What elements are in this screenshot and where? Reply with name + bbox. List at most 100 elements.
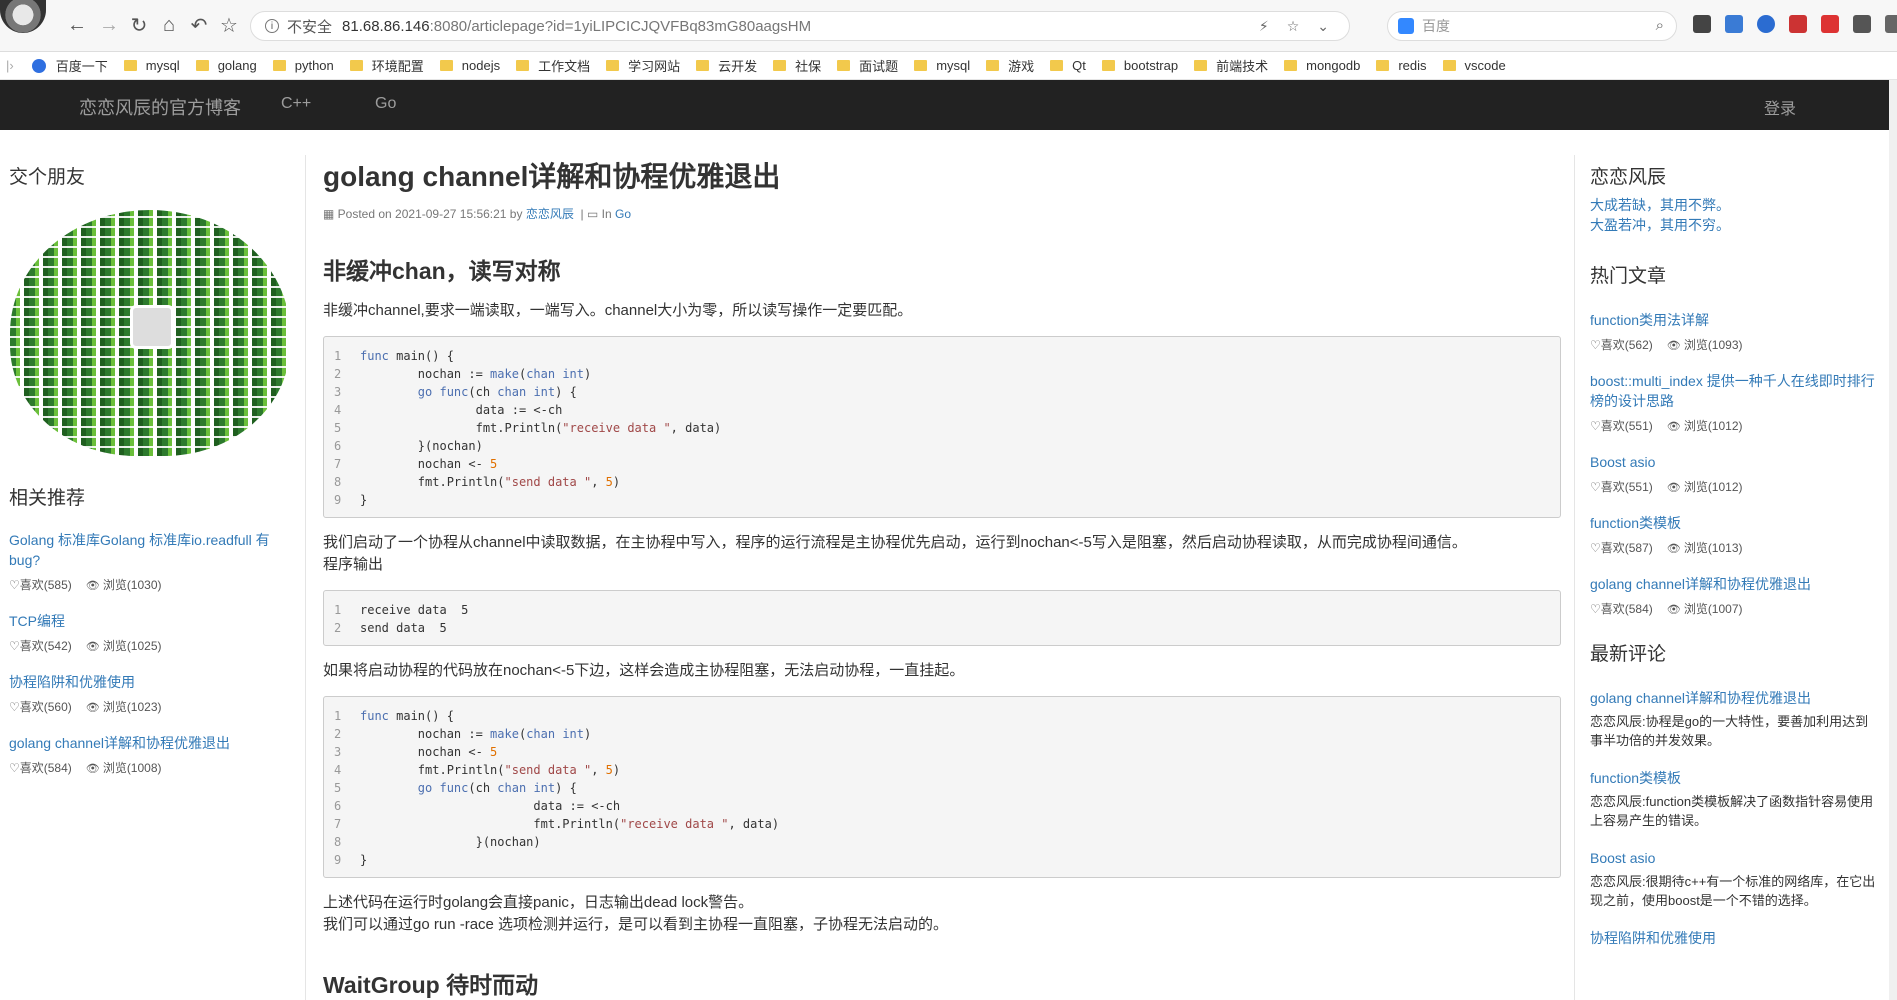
forward-icon[interactable]: →	[98, 14, 120, 36]
bookmark-6[interactable]: 工作文档	[516, 56, 590, 75]
bookmark-10[interactable]: 面试题	[837, 56, 898, 75]
views: 浏览(1030)	[86, 576, 162, 593]
qr-ext-icon[interactable]	[1693, 15, 1711, 33]
list-item: Boost asio 喜欢(551) 浏览(1012)	[1590, 452, 1880, 495]
bookmark-18[interactable]: vscode	[1442, 58, 1506, 73]
lightning-icon[interactable]: ⚡	[1259, 18, 1269, 35]
likes: 喜欢(584)	[9, 759, 72, 776]
likes: 喜欢(562)	[1590, 336, 1653, 353]
site-navbar: 恋恋风辰的官方博客 C++ Go 登录	[0, 80, 1889, 130]
views: 浏览(1008)	[86, 759, 162, 776]
list-item: function类模板 喜欢(587) 浏览(1013)	[1590, 513, 1880, 556]
author-title: 恋恋风辰	[1590, 167, 1667, 188]
bookmark-star-icon[interactable]: ☆	[1287, 18, 1300, 35]
bookmark-8[interactable]: 云开发	[696, 56, 757, 75]
undo-icon[interactable]: ↶	[188, 14, 210, 37]
folder-icon	[606, 60, 620, 71]
paw-icon	[31, 58, 46, 73]
menu-icon[interactable]	[1885, 15, 1897, 33]
hot-link[interactable]: Boost asio	[1590, 452, 1880, 472]
translate-ext-icon[interactable]	[1725, 15, 1743, 33]
download-icon[interactable]	[1853, 15, 1871, 33]
author-link[interactable]: 恋恋风辰	[526, 207, 574, 221]
bookmarks-bar: |› 百度一下 mysql golang python 环境配置 nodejs …	[0, 52, 1897, 80]
bookmark-15[interactable]: 前端技术	[1194, 56, 1268, 75]
search-input[interactable]: 百度 ⌕	[1387, 11, 1677, 41]
rec-link[interactable]: TCP编程	[9, 611, 279, 631]
hot-link[interactable]: golang channel详解和协程优雅退出	[1590, 574, 1880, 594]
bookmark-7[interactable]: 学习网站	[606, 56, 680, 75]
motto-1: 大成若缺，其用不弊。	[1590, 197, 1730, 213]
rec-link[interactable]: Golang 标准库Golang 标准库io.readfull 有bug?	[9, 530, 279, 570]
comment-link[interactable]: golang channel详解和协程优雅退出	[1590, 688, 1880, 708]
comment-link[interactable]: 协程陷阱和优雅使用	[1590, 928, 1880, 948]
rec-link[interactable]: golang channel详解和协程优雅退出	[9, 733, 279, 753]
nav-cpp[interactable]: C++	[281, 95, 311, 113]
list-item: golang channel详解和协程优雅退出 喜欢(584) 浏览(1007)	[1590, 574, 1880, 617]
article-panel: golang channel详解和协程优雅退出 ▦ Posted on 2021…	[305, 155, 1575, 1000]
login-link[interactable]: 登录	[1764, 95, 1796, 119]
post-date: Posted on 2021-09-27 15:56:21 by	[337, 207, 523, 221]
security-label: 不安全	[287, 18, 333, 36]
reload-icon[interactable]: ↻	[128, 14, 150, 37]
bookmark-2[interactable]: golang	[195, 58, 257, 73]
bookmark-9[interactable]: 社保	[773, 56, 821, 75]
bookmark-16[interactable]: mongodb	[1284, 58, 1360, 73]
recommend-title: 相关推荐	[9, 488, 86, 509]
bookmark-0[interactable]: 百度一下	[56, 56, 108, 75]
hot-link[interactable]: boost::multi_index 提供一种千人在线即时排行榜的设计思路	[1590, 371, 1880, 411]
home-icon[interactable]: ⌂	[158, 14, 180, 36]
rec-link[interactable]: 协程陷阱和优雅使用	[9, 672, 279, 692]
motto-2: 大盈若冲，其用不穷。	[1590, 217, 1730, 233]
baidu-icon	[1398, 18, 1414, 34]
folder-icon	[1050, 60, 1064, 71]
list-item: function类模板 恋恋风辰:function类模板解决了函数指针容易使用上…	[1590, 768, 1880, 830]
search-icon[interactable]: ⌕	[1656, 17, 1664, 34]
comment-link[interactable]: function类模板	[1590, 768, 1880, 788]
profile-avatar[interactable]	[0, 0, 46, 33]
bookmark-5[interactable]: nodejs	[439, 58, 500, 73]
bookmark-14[interactable]: bootstrap	[1101, 58, 1178, 73]
bookmark-13[interactable]: Qt	[1050, 58, 1086, 73]
friends-title: 交个朋友	[9, 167, 86, 188]
pdf-ext-icon[interactable]	[1821, 15, 1839, 33]
folder-icon	[516, 60, 530, 71]
in-label: In	[601, 207, 612, 221]
hot-link[interactable]: function类模板	[1590, 513, 1880, 533]
page-scrollbar[interactable]	[1889, 80, 1897, 1000]
bookmark-11[interactable]: mysql	[914, 58, 970, 73]
nav-go[interactable]: Go	[375, 95, 396, 113]
likes: 喜欢(584)	[1590, 600, 1653, 617]
star-icon[interactable]: ☆	[218, 14, 240, 37]
bookmark-4[interactable]: 环境配置	[349, 56, 424, 75]
folder-icon	[1194, 60, 1208, 71]
likes: 喜欢(560)	[9, 698, 72, 715]
folder-icon	[195, 60, 209, 71]
list-item: function类用法详解 喜欢(562) 浏览(1093)	[1590, 310, 1880, 353]
category-link[interactable]: Go	[615, 207, 631, 221]
list-item: golang channel详解和协程优雅退出 喜欢(584) 浏览(1008)	[9, 733, 279, 776]
browser-toolbar: ← → ↻ ⌂ ↶ ☆ i 不安全 81.68.86.146 :8080/art…	[0, 0, 1897, 52]
info-icon[interactable]: i	[265, 19, 279, 33]
paragraph: 上述代码在运行时golang会直接panic，日志输出dead lock警告。我…	[323, 894, 949, 933]
folder-icon	[439, 60, 453, 71]
bookmark-1[interactable]: mysql	[123, 58, 180, 73]
site-brand[interactable]: 恋恋风辰的官方博客	[79, 94, 241, 120]
bookmark-17[interactable]: redis	[1376, 58, 1427, 73]
address-bar[interactable]: i 不安全 81.68.86.146 :8080/articlepage?id=…	[250, 11, 1350, 41]
hot-link[interactable]: function类用法详解	[1590, 310, 1880, 330]
folder-icon	[914, 60, 928, 71]
folder-icon	[123, 60, 137, 71]
e-ext-icon[interactable]	[1757, 15, 1775, 33]
bookmark-12[interactable]: 游戏	[986, 56, 1034, 75]
folder-icon	[773, 60, 787, 71]
bookmark-3[interactable]: python	[272, 58, 334, 73]
comment-link[interactable]: Boost asio	[1590, 848, 1880, 868]
folder-icon	[696, 60, 710, 71]
chevron-down-icon[interactable]: ⌄	[1317, 18, 1329, 35]
comment-text: 恋恋风辰:很期待c++有一个标准的网络库，在它出现之前，使用boost是一个不错…	[1590, 874, 1876, 908]
likes: 喜欢(551)	[1590, 417, 1653, 434]
back-icon[interactable]: ←	[66, 14, 88, 36]
scissors-ext-icon[interactable]	[1789, 15, 1807, 33]
sidebar-toggle-icon[interactable]: |›	[6, 58, 14, 73]
